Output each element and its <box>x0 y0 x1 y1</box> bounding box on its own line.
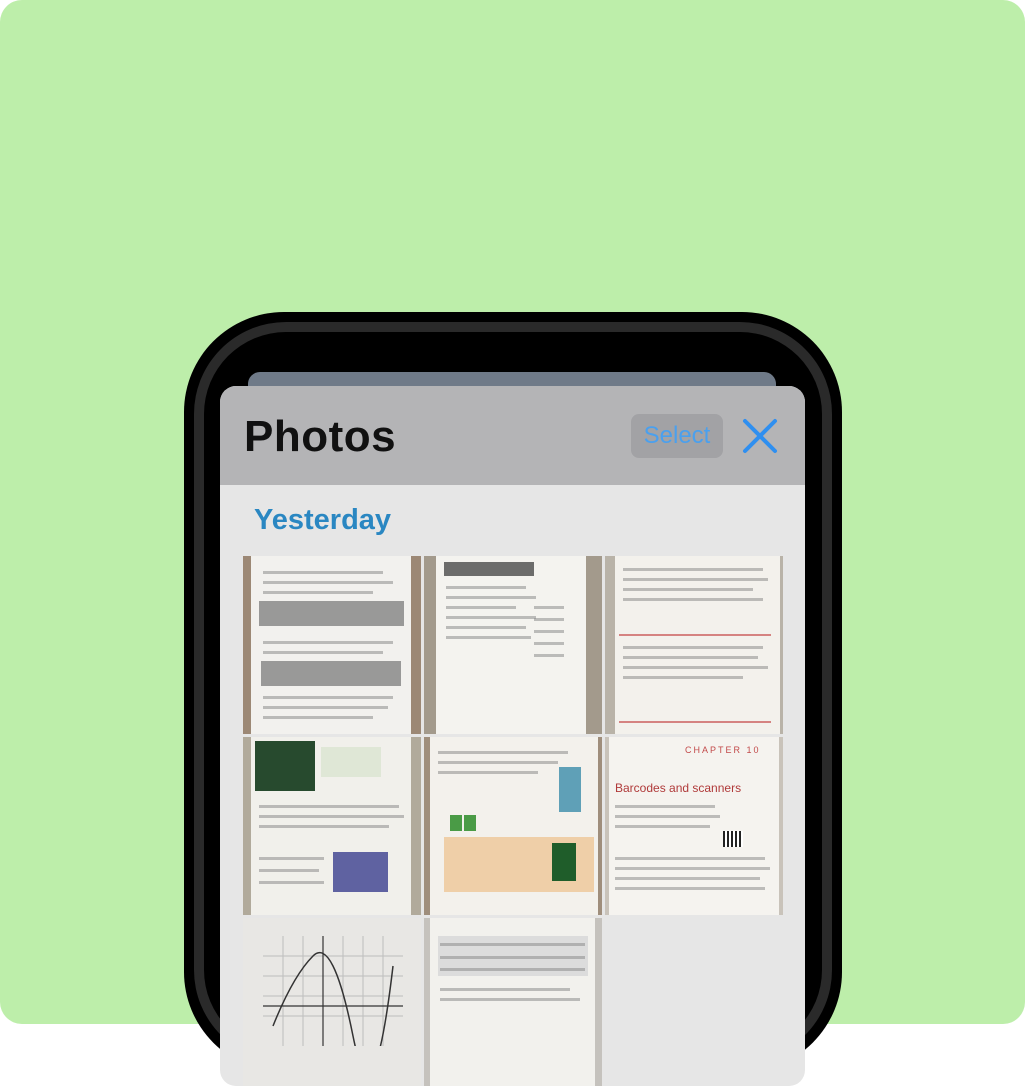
chapter-title: Barcodes and scanners <box>615 781 742 795</box>
page-title: Photos <box>244 412 397 461</box>
photo-thumbnail[interactable] <box>424 918 602 1086</box>
photo-thumbnail[interactable] <box>424 556 602 734</box>
chapter-heading: CHAPTER 10 <box>685 745 761 755</box>
navigation-bar: Photos Select <box>220 386 805 485</box>
photos-sheet: Photos Select Yesterday CHAPTER 10 Barco… <box>220 386 805 1086</box>
photo-thumbnail[interactable] <box>605 556 783 734</box>
photo-thumbnail[interactable] <box>424 737 602 915</box>
section-header-yesterday: Yesterday <box>254 504 392 536</box>
photo-thumbnail[interactable]: CHAPTER 10 Barcodes and scanners <box>605 737 783 915</box>
photo-thumbnail[interactable] <box>243 737 421 915</box>
close-icon[interactable] <box>740 416 780 456</box>
photo-thumbnail[interactable] <box>243 556 421 734</box>
photo-thumbnail[interactable] <box>243 918 421 1086</box>
select-button[interactable]: Select <box>631 414 723 458</box>
